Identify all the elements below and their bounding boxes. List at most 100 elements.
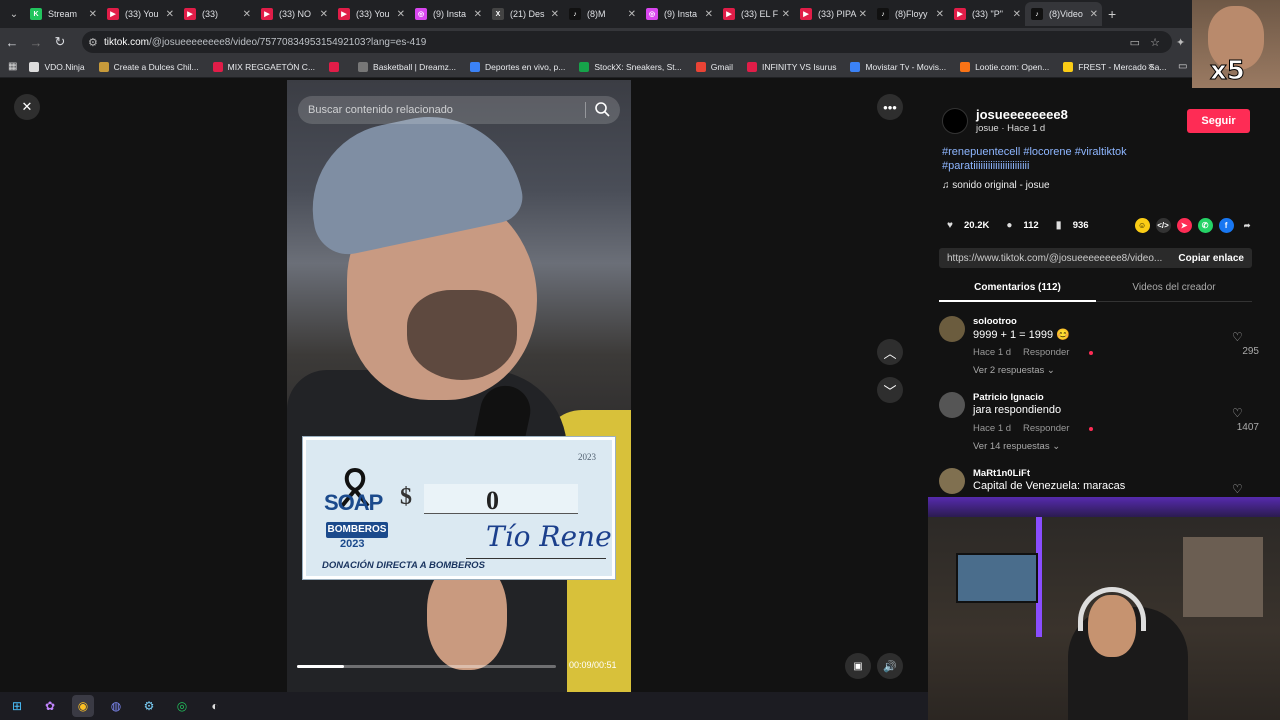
bookmark-item[interactable]: Movistar Tv - Movis...	[850, 61, 946, 72]
share-arrow-icon[interactable]: ➦	[1240, 218, 1255, 233]
tab-comments[interactable]: Comentarios (112)	[939, 278, 1096, 302]
comment-button[interactable]: ● 112	[1001, 217, 1038, 233]
site-info-icon[interactable]: ⚙	[88, 36, 98, 49]
tab-close-icon[interactable]: ✕	[1013, 9, 1021, 20]
bookmark-item[interactable]	[329, 61, 344, 72]
comment-username[interactable]: MaRt1n0LiFt	[973, 468, 1030, 479]
tab-close-icon[interactable]: ✕	[1090, 9, 1098, 20]
bookmark-item[interactable]: VDO.Ninja	[29, 61, 85, 72]
send-icon[interactable]: ➤	[1176, 217, 1192, 233]
bookmark-item[interactable]: INFINITY VS Isurus	[746, 61, 836, 72]
bookmark-item[interactable]: Create a Dulces Chil...	[98, 61, 199, 72]
browser-tab[interactable]: ♪ (8)M ✕	[563, 2, 640, 26]
close-video-button[interactable]: ✕	[14, 94, 40, 120]
follow-button[interactable]: Seguir	[1187, 109, 1250, 133]
bookmark-item[interactable]: Basketball | Dreamz...	[358, 61, 456, 72]
search-icon[interactable]	[594, 101, 610, 117]
bookmark-item[interactable]: StockX: Sneakers, St...	[579, 61, 682, 72]
bookmark-star-icon[interactable]: ☆	[1150, 36, 1160, 49]
new-tab-icon[interactable]: +	[1108, 6, 1116, 22]
spotify-icon[interactable]: ◎	[171, 695, 193, 717]
comment-like-icon[interactable]: ♡	[1232, 482, 1243, 496]
comment-like-icon[interactable]: ♡	[1232, 406, 1243, 420]
facebook-icon[interactable]: f	[1218, 217, 1234, 233]
save-button[interactable]: ▮ 936	[1051, 217, 1089, 233]
tab-close-icon[interactable]: ✕	[782, 9, 790, 20]
back-icon[interactable]: ←	[0, 35, 24, 50]
bookmark-item[interactable]: Gmail	[695, 61, 733, 72]
whatsapp-icon[interactable]: ✆	[1197, 217, 1213, 233]
author-username[interactable]: josueeeeeeee8	[976, 107, 1068, 122]
browser-tab[interactable]: ▶ (33) "P" ✕	[948, 2, 1025, 26]
tab-close-icon[interactable]: ✕	[397, 9, 405, 20]
steam-icon[interactable]: ⚙	[138, 695, 160, 717]
tab-close-icon[interactable]: ✕	[551, 9, 559, 20]
volume-button[interactable]: 🔊	[877, 653, 903, 679]
tab-close-icon[interactable]: ✕	[89, 9, 97, 20]
tab-close-icon[interactable]: ✕	[859, 9, 867, 20]
view-replies-button[interactable]: Ver 2 respuestas ⌄	[973, 365, 1055, 376]
windows-start-icon[interactable]: ⊞	[6, 695, 28, 717]
folder-icon[interactable]: ▭	[1178, 61, 1187, 72]
tab-search-icon[interactable]: ⌄	[4, 4, 24, 24]
more-options-button[interactable]: •••	[877, 94, 903, 120]
copy-link-button[interactable]: Copiar enlace	[1178, 253, 1244, 264]
bookmark-item[interactable]: Deportes en vivo, p...	[470, 61, 565, 72]
address-bar[interactable]: ⚙ tiktok.com/@josueeeeeeee8/video/757708…	[82, 31, 1172, 53]
discord-icon[interactable]: ◍	[105, 695, 127, 717]
obs-icon[interactable]: ◐	[204, 695, 226, 717]
comment-username[interactable]: solootroo	[973, 316, 1017, 327]
chrome-icon[interactable]: ◉	[72, 695, 94, 717]
comment-username[interactable]: Patricio Ignacio	[973, 392, 1044, 403]
video-player[interactable]: Buscar contenido relacionado 2023 SOAP B…	[287, 80, 631, 692]
browser-tab[interactable]: ▶ (33) You ✕	[332, 2, 409, 26]
tab-close-icon[interactable]: ✕	[474, 9, 482, 20]
embed-icon[interactable]: </>	[1155, 217, 1171, 233]
comment-avatar[interactable]	[939, 316, 965, 342]
browser-tab[interactable]: ♪ (8)Floyy ✕	[871, 2, 948, 26]
view-replies-button[interactable]: Ver 14 respuestas ⌄	[973, 441, 1060, 452]
tab-close-icon[interactable]: ✕	[936, 9, 944, 20]
browser-tab[interactable]: X (21) Des ✕	[486, 2, 563, 26]
reply-button[interactable]: Responder	[1023, 423, 1069, 434]
cast-icon[interactable]: ▭	[1130, 36, 1140, 49]
tab-creator-videos[interactable]: Videos del creador	[1096, 278, 1252, 302]
tab-close-icon[interactable]: ✕	[705, 9, 713, 20]
browser-tab[interactable]: ▶ (33) PIPA ✕	[794, 2, 871, 26]
browser-tab[interactable]: ♪ (8)Video ✕	[1025, 2, 1102, 26]
comment-avatar[interactable]	[939, 468, 965, 494]
forward-icon[interactable]: →	[24, 35, 48, 50]
browser-tab[interactable]: ▶ (33) ✕	[178, 2, 255, 26]
tab-close-icon[interactable]: ✕	[166, 9, 174, 20]
browser-tab[interactable]: ▶ (33) EL F ✕	[717, 2, 794, 26]
related-search-input[interactable]: Buscar contenido relacionado	[298, 96, 620, 124]
sound-link[interactable]: ♫ sonido original - josue	[942, 180, 1050, 191]
extensions-icon[interactable]: ✦	[1176, 36, 1185, 49]
comment-like-icon[interactable]: ♡	[1232, 330, 1243, 344]
copilot-icon[interactable]: ✿	[39, 695, 61, 717]
tab-close-icon[interactable]: ✕	[628, 9, 636, 20]
browser-tab[interactable]: K Stream ✕	[24, 2, 101, 26]
pip-button[interactable]: ▣	[845, 653, 871, 679]
video-hashtags[interactable]: #renepuentecell #locorene #viraltiktok #…	[942, 145, 1172, 173]
tab-close-icon[interactable]: ✕	[243, 9, 251, 20]
coin-icon[interactable]: ☺	[1134, 217, 1150, 233]
comment-avatar[interactable]	[939, 392, 965, 418]
next-video-button[interactable]: ﹀	[877, 377, 903, 403]
reload-icon[interactable]: ↻	[48, 34, 72, 50]
video-progress-bar[interactable]	[297, 665, 556, 668]
browser-tab[interactable]: ◎ (9) Insta ✕	[640, 2, 717, 26]
prev-video-button[interactable]: ︿	[877, 339, 903, 365]
more-bookmarks-icon[interactable]: »	[1148, 61, 1154, 72]
like-button[interactable]: ♥ 20.2K	[942, 217, 989, 233]
reply-button[interactable]: Responder	[1023, 347, 1069, 358]
bookmark-item[interactable]: Lootie.com: Open...	[960, 61, 1049, 72]
bookmark-item[interactable]: MIX REGGAETÓN C...	[212, 61, 315, 72]
browser-tab[interactable]: ◎ (9) Insta ✕	[409, 2, 486, 26]
tab-close-icon[interactable]: ✕	[320, 9, 328, 20]
browser-tab[interactable]: ▶ (33) You ✕	[101, 2, 178, 26]
share-link-field[interactable]: https://www.tiktok.com/@josueeeeeeee8/vi…	[939, 248, 1252, 268]
avatar[interactable]	[942, 108, 968, 134]
apps-grid-icon[interactable]: ▦	[8, 61, 17, 72]
browser-tab[interactable]: ▶ (33) NO ✕	[255, 2, 332, 26]
